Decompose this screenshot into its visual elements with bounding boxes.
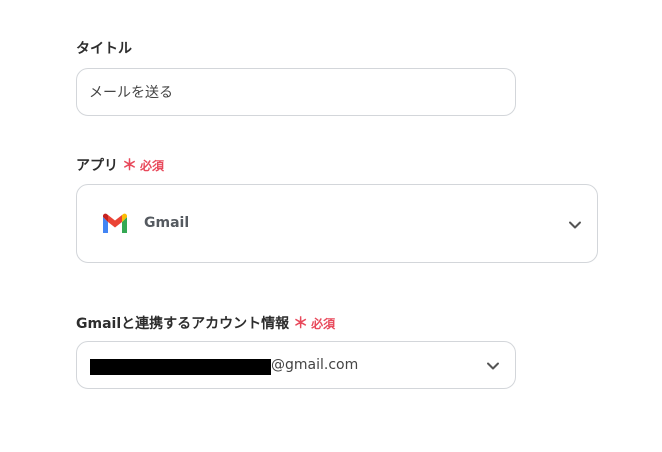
required-text: 必須 — [311, 316, 336, 331]
required-asterisk: ＊ — [122, 155, 138, 174]
required-asterisk: ＊ — [293, 313, 309, 332]
required-badge: ＊ 必須 — [122, 157, 164, 174]
gmail-icon — [103, 213, 127, 233]
redacted-email-block — [90, 359, 271, 375]
chevron-down-icon — [487, 362, 499, 370]
title-label: タイトル — [76, 38, 132, 58]
app-settings-form: タイトル アプリ ＊ 必須 Gmail Gmailと連携するアカウント情報 ＊ … — [0, 0, 662, 452]
title-label-text: タイトル — [76, 41, 132, 57]
app-label: アプリ ＊ 必須 — [76, 155, 164, 175]
app-select[interactable]: Gmail — [76, 184, 598, 263]
required-badge: ＊ 必須 — [293, 315, 335, 332]
account-label-text: Gmailと連携するアカウント情報 — [76, 316, 290, 332]
account-label: Gmailと連携するアカウント情報 ＊ 必須 — [76, 313, 335, 333]
app-label-text: アプリ — [76, 158, 118, 174]
account-email-suffix: @gmail.com — [271, 357, 359, 373]
selected-app-name: Gmail — [144, 215, 190, 231]
account-select[interactable]: @gmail.com — [76, 341, 516, 389]
chevron-down-icon — [569, 221, 581, 229]
title-input[interactable] — [76, 68, 516, 116]
required-text: 必須 — [140, 158, 165, 173]
